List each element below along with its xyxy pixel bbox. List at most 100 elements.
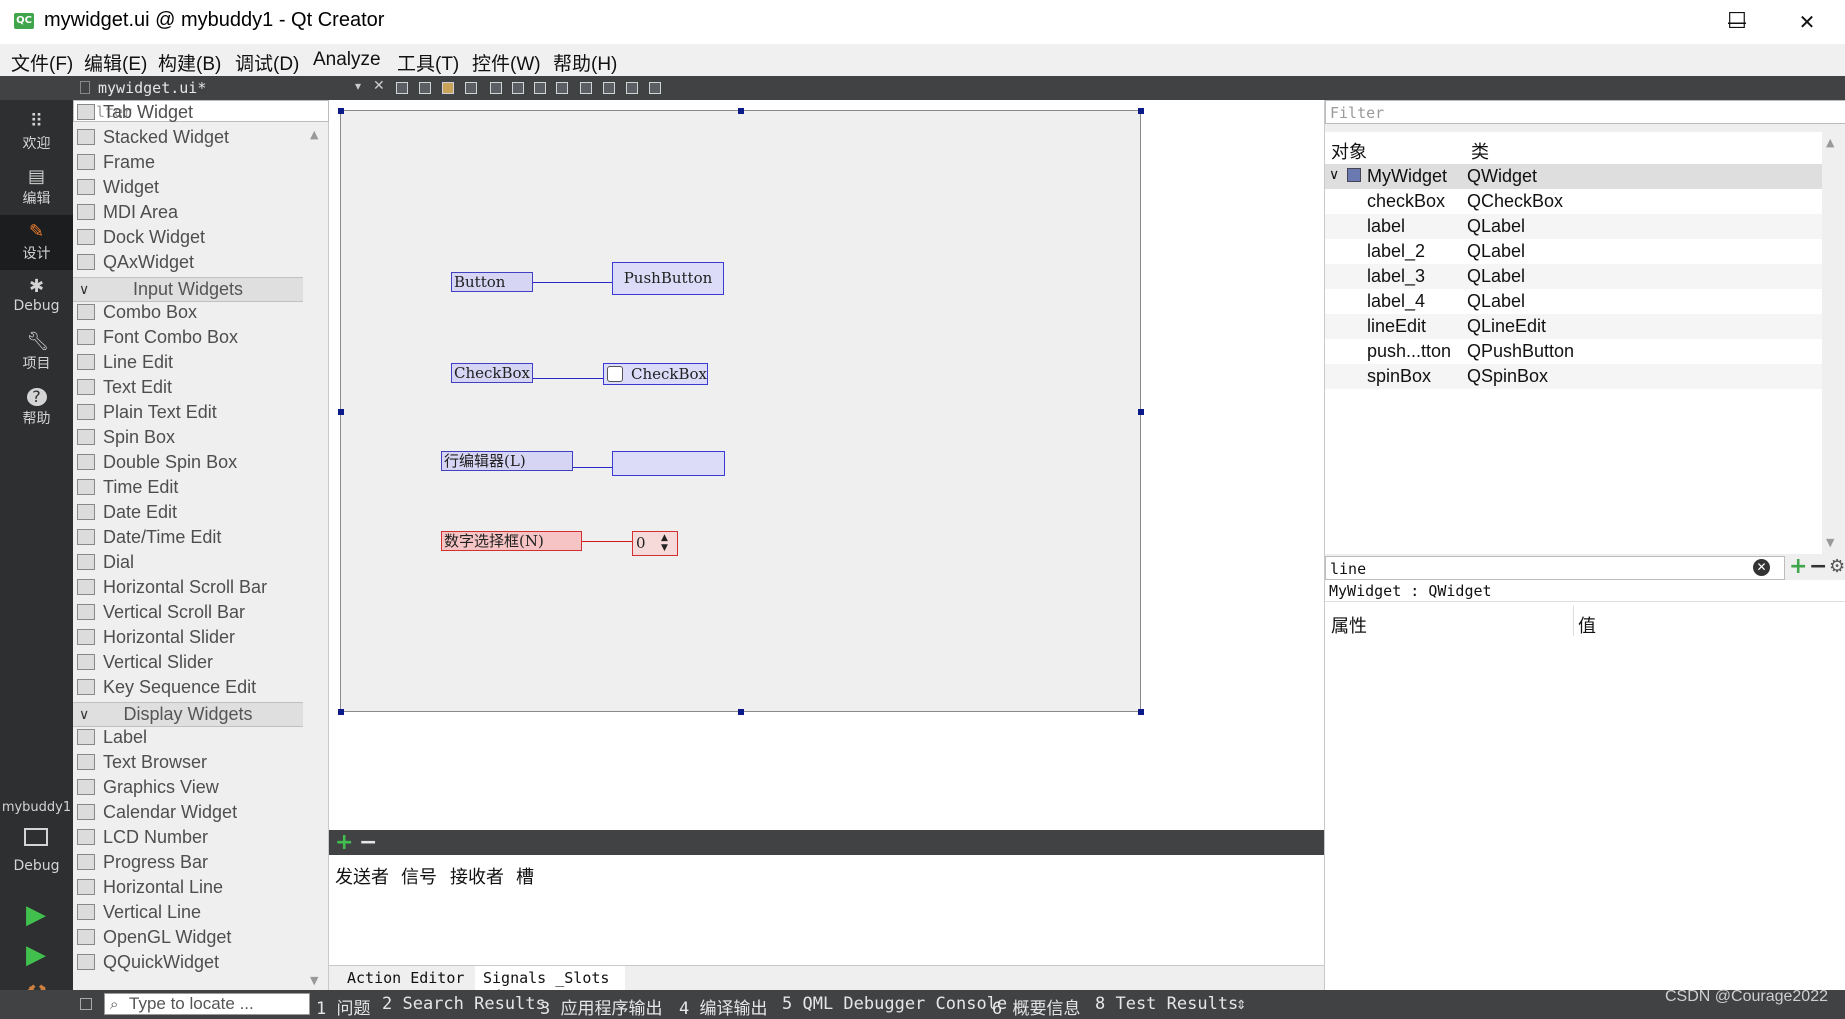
- menu-widgets[interactable]: 控件(W): [472, 49, 541, 76]
- widget-item-input-0[interactable]: Combo Box: [77, 302, 197, 327]
- chevron-down-icon[interactable]: ∨: [1329, 166, 1339, 183]
- widget-item-input-2[interactable]: Line Edit: [77, 352, 173, 377]
- object-row[interactable]: label QLabel: [1325, 214, 1822, 239]
- widget-item-display-4[interactable]: LCD Number: [77, 827, 208, 852]
- edit-signals-slots-icon[interactable]: [419, 82, 431, 94]
- mode-edit[interactable]: ▤ 编辑: [0, 160, 73, 215]
- pane-general-messages[interactable]: 6 概要信息: [992, 994, 1080, 1019]
- adjust-size-icon[interactable]: [649, 82, 661, 94]
- widget-item-display-5[interactable]: Progress Bar: [77, 852, 208, 877]
- widget-item-display-8[interactable]: OpenGL Widget: [77, 927, 231, 952]
- widget-item-top-4[interactable]: MDI Area: [77, 202, 178, 227]
- layout-vertical-icon[interactable]: [512, 82, 524, 94]
- widget-item-input-7[interactable]: Time Edit: [77, 477, 178, 502]
- widget-item-top-2[interactable]: Frame: [77, 152, 155, 177]
- resize-handle[interactable]: [738, 108, 744, 114]
- widget-category-input[interactable]: ∨ Input Widgets: [73, 277, 303, 302]
- kit-selector[interactable]: Debug: [0, 822, 73, 882]
- close-file-icon[interactable]: ✕: [373, 78, 385, 94]
- mode-projects[interactable]: 🔧︎ 项目: [0, 325, 73, 380]
- widget-item-display-7[interactable]: Vertical Line: [77, 902, 201, 927]
- label-lineedit[interactable]: 行编辑器(L): [441, 451, 573, 471]
- widget-item-display-2[interactable]: Graphics View: [77, 777, 219, 802]
- pane-qml-debugger-console[interactable]: 5 QML Debugger Console: [782, 994, 1007, 1014]
- checkbox[interactable]: CheckBox: [603, 363, 708, 385]
- layout-grid-icon[interactable]: [603, 82, 615, 94]
- resize-handle[interactable]: [338, 108, 344, 114]
- layout-form-icon[interactable]: [580, 82, 592, 94]
- remove-dynamic-property-icon[interactable]: −: [1809, 554, 1827, 579]
- col-signal[interactable]: 信号: [401, 863, 437, 889]
- line-edit[interactable]: [612, 451, 725, 476]
- mywidget-form[interactable]: Button PushButton CheckBox CheckBox 行编辑器…: [338, 108, 1144, 715]
- push-button[interactable]: PushButton: [612, 262, 724, 295]
- object-row[interactable]: label_2 QLabel: [1325, 239, 1822, 264]
- mode-welcome[interactable]: ⠿ 欢迎: [0, 105, 73, 160]
- widget-item-top-3[interactable]: Widget: [77, 177, 159, 202]
- label-checkbox[interactable]: CheckBox: [451, 363, 533, 383]
- object-row[interactable]: spinBox QSpinBox: [1325, 364, 1822, 389]
- widget-item-input-8[interactable]: Date Edit: [77, 502, 177, 527]
- widget-item-top-5[interactable]: Dock Widget: [77, 227, 205, 252]
- widget-item-input-14[interactable]: Vertical Slider: [77, 652, 213, 677]
- scroll-down-icon[interactable]: ▼: [310, 974, 318, 987]
- pane-compile-output[interactable]: 4 编译输出: [679, 994, 767, 1019]
- oi-scroll-down-icon[interactable]: ▼: [1826, 536, 1834, 549]
- scroll-up-icon[interactable]: ▲: [310, 128, 318, 141]
- object-row[interactable]: label_4 QLabel: [1325, 289, 1822, 314]
- object-row[interactable]: ∨ MyWidget QWidget: [1325, 164, 1822, 189]
- label-spinbox[interactable]: 数字选择框(N): [441, 531, 582, 551]
- widget-item-input-15[interactable]: Key Sequence Edit: [77, 677, 256, 702]
- property-table[interactable]: 属性 值: [1325, 602, 1845, 990]
- widget-item-input-9[interactable]: Date/Time Edit: [77, 527, 221, 552]
- signal-slot-table[interactable]: 发送者 信号 接收者 槽: [329, 855, 1324, 965]
- resize-handle[interactable]: [1138, 709, 1144, 715]
- resize-handle[interactable]: [338, 409, 344, 415]
- add-connection-icon[interactable]: +: [335, 830, 353, 855]
- menu-file[interactable]: 文件(F): [11, 49, 73, 76]
- object-row[interactable]: lineEdit QLineEdit: [1325, 314, 1822, 339]
- layout-vertical-splitter-icon[interactable]: [556, 82, 568, 94]
- remove-connection-icon[interactable]: −: [359, 830, 377, 855]
- object-inspector-tree[interactable]: 对象 类 ∨ MyWidget QWidget checkBox QCheckBox la…: [1325, 132, 1822, 554]
- menu-help[interactable]: 帮助(H): [553, 49, 617, 76]
- edit-widgets-icon[interactable]: [396, 82, 408, 94]
- menu-build[interactable]: 构建(B): [158, 49, 221, 76]
- locator-input[interactable]: Type to locate ...: [104, 993, 310, 1015]
- close-button[interactable]: ✕: [1787, 8, 1827, 36]
- col-sender[interactable]: 发送者: [335, 863, 389, 889]
- widget-item-input-6[interactable]: Double Spin Box: [77, 452, 237, 477]
- widget-item-input-11[interactable]: Horizontal Scroll Bar: [77, 577, 267, 602]
- col-class[interactable]: 类: [1471, 138, 1489, 164]
- checkbox-indicator[interactable]: [607, 366, 623, 382]
- spin-box[interactable]: 0 ▲ ▼: [632, 531, 678, 556]
- clear-filter-icon[interactable]: ✕: [1753, 559, 1770, 576]
- widget-item-display-1[interactable]: Text Browser: [77, 752, 207, 777]
- debug-run-icon[interactable]: ▶: [26, 940, 46, 970]
- menu-tools[interactable]: 工具(T): [397, 49, 459, 76]
- widget-item-display-9[interactable]: QQuickWidget: [77, 952, 219, 977]
- tab-signals-slots-editor[interactable]: Signals _Slots Ed…: [475, 966, 625, 1005]
- object-row[interactable]: push...tton QPushButton: [1325, 339, 1822, 364]
- maximize-button[interactable]: ☐: [1717, 8, 1757, 36]
- widget-box-scrollbar[interactable]: ▲ ▼: [307, 126, 325, 990]
- widget-item-input-3[interactable]: Text Edit: [77, 377, 172, 402]
- run-icon[interactable]: ▶: [26, 900, 46, 930]
- resize-handle[interactable]: [1138, 409, 1144, 415]
- col-object[interactable]: 对象: [1331, 138, 1367, 164]
- object-row[interactable]: checkBox QCheckBox: [1325, 189, 1822, 214]
- resize-handle[interactable]: [1138, 108, 1144, 114]
- break-layout-icon[interactable]: [626, 82, 638, 94]
- pane-search-results[interactable]: 2 Search Results: [382, 994, 546, 1014]
- widget-category-display[interactable]: ∨ Display Widgets: [73, 702, 303, 727]
- mode-design[interactable]: ✎ 设计: [0, 215, 73, 270]
- pane-application-output[interactable]: 3 应用程序输出: [540, 994, 662, 1019]
- widget-item-input-1[interactable]: Font Combo Box: [77, 327, 238, 352]
- layout-horizontal-splitter-icon[interactable]: [534, 82, 546, 94]
- col-value[interactable]: 值: [1578, 612, 1596, 638]
- resize-handle[interactable]: [338, 709, 344, 715]
- col-slot[interactable]: 槽: [516, 863, 534, 889]
- widget-item-top-1[interactable]: Stacked Widget: [77, 127, 229, 152]
- menu-analyze[interactable]: Analyze: [313, 49, 381, 71]
- oi-scroll-up-icon[interactable]: ▲: [1826, 136, 1834, 149]
